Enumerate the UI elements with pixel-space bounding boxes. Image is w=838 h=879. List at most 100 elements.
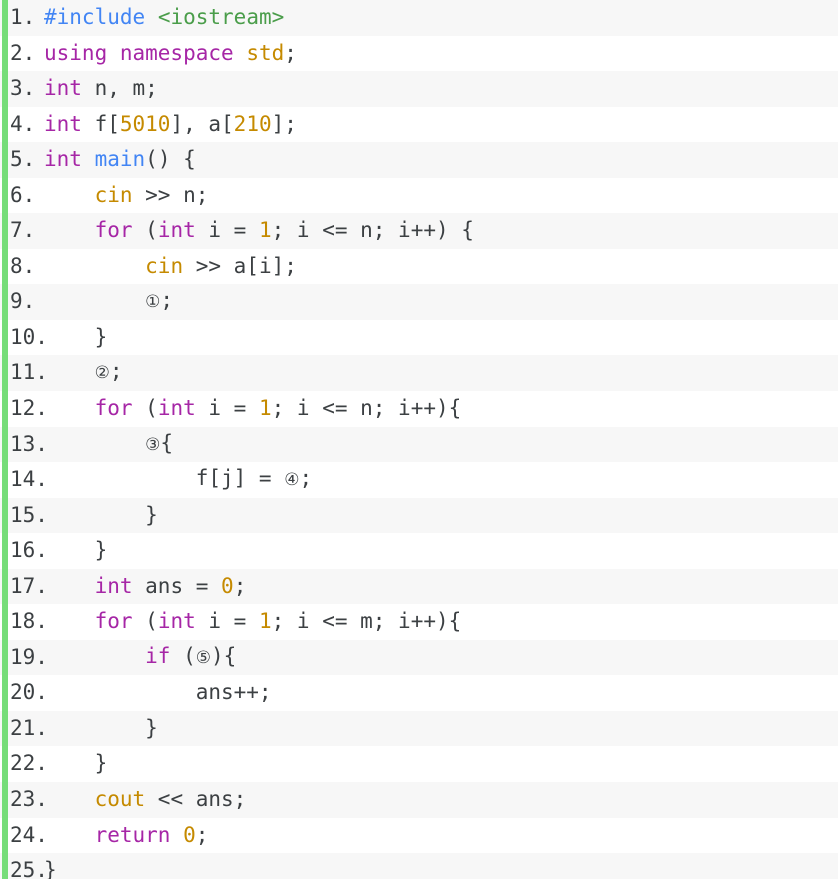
token-plain: ; <box>109 359 123 384</box>
token-number: 1 <box>258 609 272 634</box>
line-code: if (⑤){ <box>40 639 838 677</box>
code-line[interactable]: 6. cin >> n; <box>0 177 838 214</box>
token-keyword: using namespace <box>44 40 234 65</box>
token-number: 1 <box>258 396 272 421</box>
code-rows: 1. #include <iostream> 2. using namespace s… <box>0 0 838 879</box>
token-plain: { <box>160 430 174 455</box>
token-keyword: return <box>94 822 171 847</box>
line-code: } <box>40 320 838 356</box>
token-plain: ){ <box>211 643 237 668</box>
token-header: <iostream> <box>157 5 285 29</box>
line-code: } <box>40 853 838 879</box>
code-line[interactable]: 19. if (⑤){ <box>0 639 838 677</box>
line-code: } <box>40 746 838 782</box>
token-plain: ; <box>299 466 313 491</box>
token-plain: ans = <box>132 573 222 598</box>
token-builtin: std <box>246 40 285 65</box>
line-code: cin >> a[i]; <box>40 249 838 285</box>
line-code: } <box>40 498 838 534</box>
code-line[interactable]: 24. return 0; <box>0 817 838 854</box>
line-code: #include <iostream> <box>40 0 838 36</box>
code-line[interactable]: 9. ①; <box>0 284 838 320</box>
token-keyword: for <box>94 609 133 634</box>
code-line[interactable]: 3. int n, m; <box>0 71 838 107</box>
token-keyword: if <box>145 643 171 668</box>
line-code: return 0; <box>40 818 838 854</box>
code-line[interactable]: 5. int main() { <box>0 142 838 178</box>
token-plain: >> n; <box>132 182 209 207</box>
token-plain: ], a[ <box>170 111 234 136</box>
code-line[interactable]: 21. } <box>0 710 838 747</box>
code-line[interactable]: 10. } <box>0 319 838 356</box>
code-listing: 1. #include <iostream> 2. using namespace s… <box>0 0 838 879</box>
code-line[interactable]: 12. for (int i = 1; i <= n; i++){ <box>0 391 838 427</box>
token-blank: ⑤ <box>195 647 211 668</box>
code-line[interactable]: 17. int ans = 0; <box>0 568 838 605</box>
token-blank: ④ <box>284 470 300 491</box>
token-plain: ; i <= n; i++){ <box>271 396 462 421</box>
token-number: 5010 <box>119 111 171 136</box>
code-line[interactable]: 23. cout << ans; <box>0 782 838 818</box>
code-line[interactable]: 2. using namespace std; <box>0 35 838 72</box>
code-line[interactable]: 1. #include <iostream> <box>0 0 838 36</box>
token-plain: ( <box>132 609 158 634</box>
token-number: 210 <box>233 111 272 136</box>
line-code: } <box>40 533 838 569</box>
token-keyword: int <box>44 111 82 136</box>
token-plain: } <box>44 858 57 879</box>
code-line[interactable]: 14. f[j] = ④; <box>0 462 838 498</box>
line-code: ②; <box>40 354 838 392</box>
token-plain: } <box>44 538 108 563</box>
code-line[interactable]: 16. } <box>0 533 838 569</box>
token-plain: ( <box>132 218 158 243</box>
token-plain: } <box>44 751 108 776</box>
token-plain: ( <box>170 643 196 668</box>
code-line[interactable]: 25.} <box>0 853 838 879</box>
token-plain: } <box>44 324 108 349</box>
token-builtin: cin <box>145 253 184 278</box>
code-line[interactable]: 15. } <box>0 497 838 534</box>
token-plain: ; <box>195 822 209 847</box>
line-code: using namespace std; <box>40 36 838 72</box>
token-plain: ; i <= m; i++){ <box>271 609 462 634</box>
token-plain: ( <box>132 396 158 421</box>
token-keyword: int <box>94 573 133 598</box>
token-plain: () { <box>145 147 196 172</box>
code-line[interactable]: 11. ②; <box>0 354 838 392</box>
code-line[interactable]: 20. ans++; <box>0 675 838 711</box>
left-accent-bar <box>2 0 8 879</box>
token-blank: ② <box>94 363 110 384</box>
token-plain: i = <box>195 609 259 634</box>
line-code: cout << ans; <box>40 782 838 818</box>
token-number: 1 <box>258 218 272 243</box>
token-plain: >> a[i]; <box>183 253 297 278</box>
line-code: f[j] = ④; <box>40 461 838 499</box>
code-line[interactable]: 18. for (int i = 1; i <= m; i++){ <box>0 604 838 640</box>
token-plain: ; <box>233 573 247 598</box>
token-plain: i = <box>195 218 259 243</box>
code-line[interactable]: 8. cin >> a[i]; <box>0 248 838 285</box>
code-line[interactable]: 4. int f[5010], a[210]; <box>0 106 838 143</box>
line-code: for (int i = 1; i <= m; i++){ <box>40 604 838 640</box>
token-blank: ③ <box>145 434 161 455</box>
token-builtin: cout <box>94 787 146 812</box>
token-plain: ; i <= n; i++) { <box>271 218 474 243</box>
code-line[interactable]: 7. for (int i = 1; i <= n; i++) { <box>0 213 838 249</box>
line-code: int ans = 0; <box>40 569 838 605</box>
token-number: 0 <box>221 573 234 598</box>
line-code: ①; <box>40 283 838 321</box>
token-plain: f[j] = <box>195 466 285 491</box>
line-code: ③{ <box>40 426 838 464</box>
token-plain: << ans; <box>145 787 247 812</box>
token-keyword: for <box>94 218 133 243</box>
code-line[interactable]: 22. } <box>0 746 838 783</box>
line-code: cin >> n; <box>40 178 838 214</box>
code-line[interactable]: 13. ③{ <box>0 426 838 464</box>
